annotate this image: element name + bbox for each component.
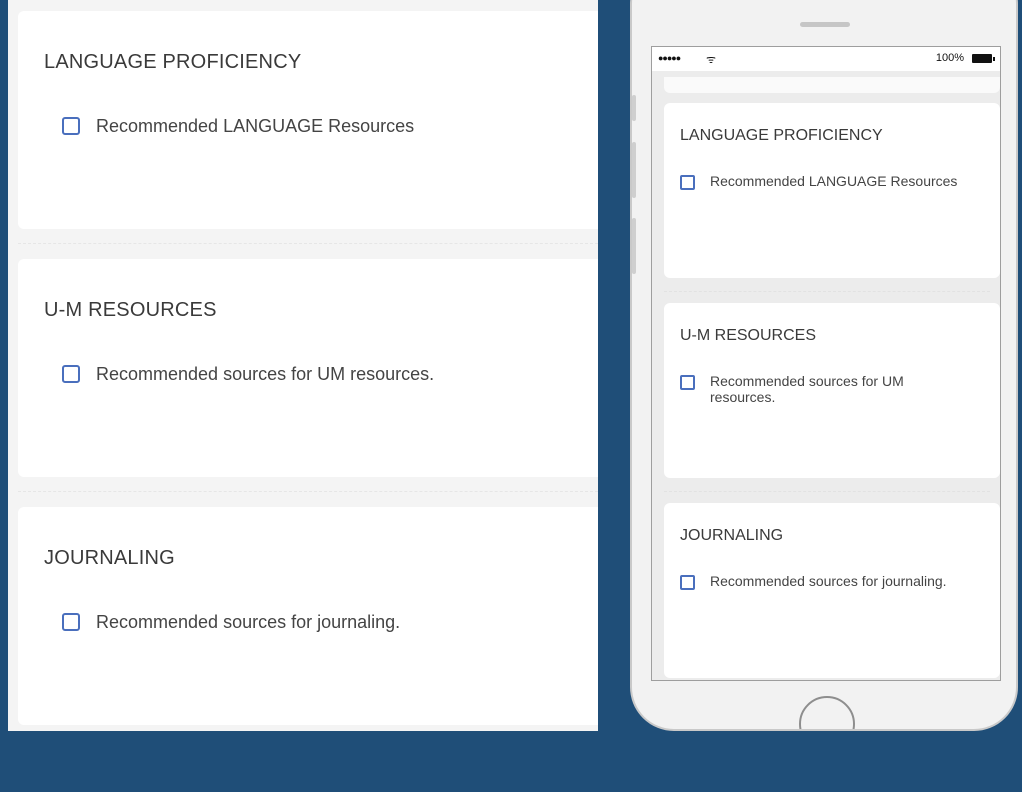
checkbox-icon[interactable] <box>680 175 695 190</box>
home-button-icon[interactable] <box>799 696 855 729</box>
phone-screen: ●●●●● ᯤ 100% LANGUAGE PROFICIENCY Recomm… <box>651 46 1001 681</box>
mobile-section-card-journaling: JOURNALING Recommended sources for journ… <box>664 503 1000 678</box>
checkbox-label[interactable]: Recommended LANGUAGE Resources <box>96 116 414 137</box>
desktop-view: LANGUAGE PROFICIENCY Recommended LANGUAG… <box>8 0 598 731</box>
presentation-stage: LANGUAGE PROFICIENCY Recommended LANGUAG… <box>0 0 1022 792</box>
signal-dots-icon: ●●●●● <box>658 53 681 63</box>
section-divider <box>664 491 990 492</box>
speaker-slot <box>800 22 850 27</box>
section-title: JOURNALING <box>680 527 784 544</box>
checkbox-label[interactable]: Recommended sources for UM resources. <box>96 364 434 385</box>
status-bar: ●●●●● ᯤ 100% <box>652 47 1000 71</box>
battery-icon <box>972 54 995 63</box>
checkbox-icon[interactable] <box>680 575 695 590</box>
mobile-section-card-um-resources: U-M RESOURCES Recommended sources for UM… <box>664 303 1000 478</box>
checkbox-label[interactable]: Recommended sources for UM resources. <box>710 373 970 405</box>
mobile-section-card-language: LANGUAGE PROFICIENCY Recommended LANGUAG… <box>664 103 1000 278</box>
section-title: LANGUAGE PROFICIENCY <box>44 51 302 73</box>
section-title: U-M RESOURCES <box>680 327 817 344</box>
checkbox-icon[interactable] <box>62 365 80 383</box>
checkbox-label[interactable]: Recommended LANGUAGE Resources <box>710 173 970 189</box>
checkbox-icon[interactable] <box>62 613 80 631</box>
section-divider <box>664 291 990 292</box>
phone-mockup: ●●●●● ᯤ 100% LANGUAGE PROFICIENCY Recomm… <box>630 0 1018 731</box>
wifi-icon: ᯤ <box>706 54 717 66</box>
section-divider <box>18 491 598 492</box>
phone-side-button <box>632 95 636 121</box>
section-divider <box>18 243 598 244</box>
section-title: JOURNALING <box>44 547 175 569</box>
previous-card-edge <box>664 77 1000 93</box>
section-card-language: LANGUAGE PROFICIENCY Recommended LANGUAG… <box>18 11 598 229</box>
checkbox-icon[interactable] <box>62 117 80 135</box>
phone-side-button <box>632 142 636 198</box>
section-title: LANGUAGE PROFICIENCY <box>680 127 883 144</box>
battery-percent: 100% <box>935 52 964 64</box>
section-card-um-resources: U-M RESOURCES Recommended sources for UM… <box>18 259 598 477</box>
section-title: U-M RESOURCES <box>44 299 217 321</box>
phone-side-button <box>632 218 636 274</box>
checkbox-label[interactable]: Recommended sources for journaling. <box>96 612 400 633</box>
checkbox-icon[interactable] <box>680 375 695 390</box>
checkbox-label[interactable]: Recommended sources for journaling. <box>710 573 970 589</box>
section-card-journaling: JOURNALING Recommended sources for journ… <box>18 507 598 725</box>
